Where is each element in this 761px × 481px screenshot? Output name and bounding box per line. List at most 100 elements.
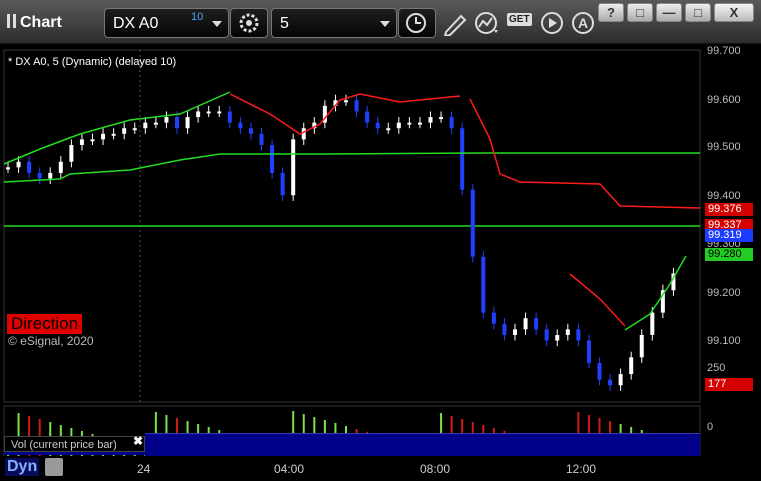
volume-pane-title[interactable]: Vol (current price bar) — [4, 436, 145, 452]
volume-tick: 250 — [707, 362, 726, 374]
price-bar — [344, 100, 348, 103]
time-axis: 24 04:00 08:00 12:00 — [0, 456, 700, 481]
price-tick: 99.400 — [707, 190, 741, 202]
study-icon[interactable] — [473, 10, 501, 36]
price-bar — [460, 128, 465, 190]
price-bar — [555, 334, 560, 341]
pencil-icon[interactable] — [441, 10, 469, 36]
price-bar — [449, 117, 454, 129]
direction-label: Direction — [7, 314, 83, 334]
price-bar — [618, 374, 623, 386]
price-bar — [608, 379, 613, 386]
price-bar — [417, 122, 422, 125]
price-bar — [101, 133, 106, 140]
price-bar — [132, 128, 137, 131]
get-label: GET — [507, 13, 532, 26]
volume-pane-bar-left — [4, 452, 145, 455]
maximize-button[interactable]: □ — [685, 3, 711, 22]
price-bar — [153, 122, 158, 125]
alert-icon[interactable]: A — [569, 10, 597, 36]
price-bar — [629, 357, 634, 375]
volume-pane-bar — [145, 433, 700, 456]
price-bar — [597, 362, 602, 380]
trend-line-green — [3, 152, 700, 183]
price-bar — [428, 117, 433, 123]
price-bar — [375, 122, 380, 129]
price-bar — [386, 128, 391, 131]
copyright-label: © eSignal, 2020 — [8, 334, 94, 348]
volume-pane-close-icon[interactable]: ✖ — [133, 434, 143, 448]
restore-button[interactable]: □ — [627, 3, 653, 22]
price-bar — [122, 128, 127, 134]
price-bar — [534, 318, 539, 330]
price-bar — [90, 139, 95, 142]
price-tick: 99.700 — [707, 45, 741, 57]
price-bar — [354, 100, 359, 112]
price-bar — [481, 256, 486, 313]
volume-tag: 177 — [705, 378, 753, 391]
time-tick: 12:00 — [566, 462, 597, 476]
price-bar — [16, 161, 21, 168]
price-bar — [502, 323, 507, 335]
price-bar — [175, 117, 179, 129]
price-bar — [259, 133, 264, 145]
delay-badge: 10 — [191, 11, 204, 23]
price-tick: 99.200 — [707, 287, 741, 299]
time-tick: 04:00 — [274, 462, 305, 476]
price-bar — [196, 111, 201, 118]
price-bar — [217, 111, 222, 114]
study-label: * DX A0, 5 (Dynamic) (delayed 10) — [8, 56, 177, 68]
price-bar — [270, 144, 275, 173]
volume-tick: 0 — [707, 421, 714, 433]
chevron-down-icon — [380, 21, 390, 27]
symbol-selector[interactable]: DX A0 10 — [104, 8, 229, 38]
price-bar — [27, 161, 32, 173]
band-green — [3, 91, 231, 165]
price-bar — [586, 340, 591, 363]
price-bar — [576, 329, 581, 341]
price-tick: 99.100 — [707, 335, 741, 347]
price-tag-green: 99.280 — [705, 248, 753, 261]
band-green-low — [624, 255, 687, 331]
price-bar — [238, 122, 243, 129]
symbol-text: DX A0 — [113, 15, 159, 32]
settings-button[interactable] — [230, 8, 268, 38]
price-chart[interactable] — [0, 44, 761, 481]
time-tick: 08:00 — [420, 462, 451, 476]
price-bar — [365, 111, 370, 123]
pause-icon[interactable] — [7, 14, 17, 28]
play-icon[interactable] — [538, 10, 566, 36]
price-bar — [58, 161, 63, 173]
price-bar — [164, 117, 169, 123]
svg-text:A: A — [578, 15, 588, 31]
price-bar — [396, 122, 401, 129]
price-bar — [523, 318, 528, 330]
chevron-down-icon — [212, 21, 222, 27]
price-bar — [143, 122, 148, 129]
price-bar — [513, 329, 517, 335]
close-button[interactable]: X — [714, 3, 754, 22]
price-bar — [227, 111, 232, 123]
price-bar — [280, 172, 285, 196]
time-button[interactable] — [398, 8, 436, 38]
price-bar — [301, 128, 306, 140]
time-tick: 24 — [137, 462, 151, 476]
clock-icon — [406, 13, 426, 33]
price-bar — [6, 167, 10, 170]
price-bar — [111, 133, 116, 136]
price-bar — [291, 139, 296, 196]
price-bar — [185, 117, 190, 129]
help-button[interactable]: ? — [598, 3, 624, 22]
app-title-text: Chart — [20, 14, 62, 31]
price-bar — [439, 117, 444, 120]
interval-selector[interactable]: 5 — [271, 8, 397, 38]
price-bar — [491, 312, 496, 324]
price-bar — [650, 312, 655, 335]
price-bar — [470, 189, 475, 257]
get-button[interactable]: GET — [505, 10, 533, 36]
price-bar — [248, 128, 253, 134]
price-tick: 99.600 — [707, 94, 741, 106]
price-tag-red: 99.376 — [705, 203, 753, 216]
minimize-button[interactable]: — — [656, 3, 682, 22]
price-bar — [206, 111, 211, 114]
